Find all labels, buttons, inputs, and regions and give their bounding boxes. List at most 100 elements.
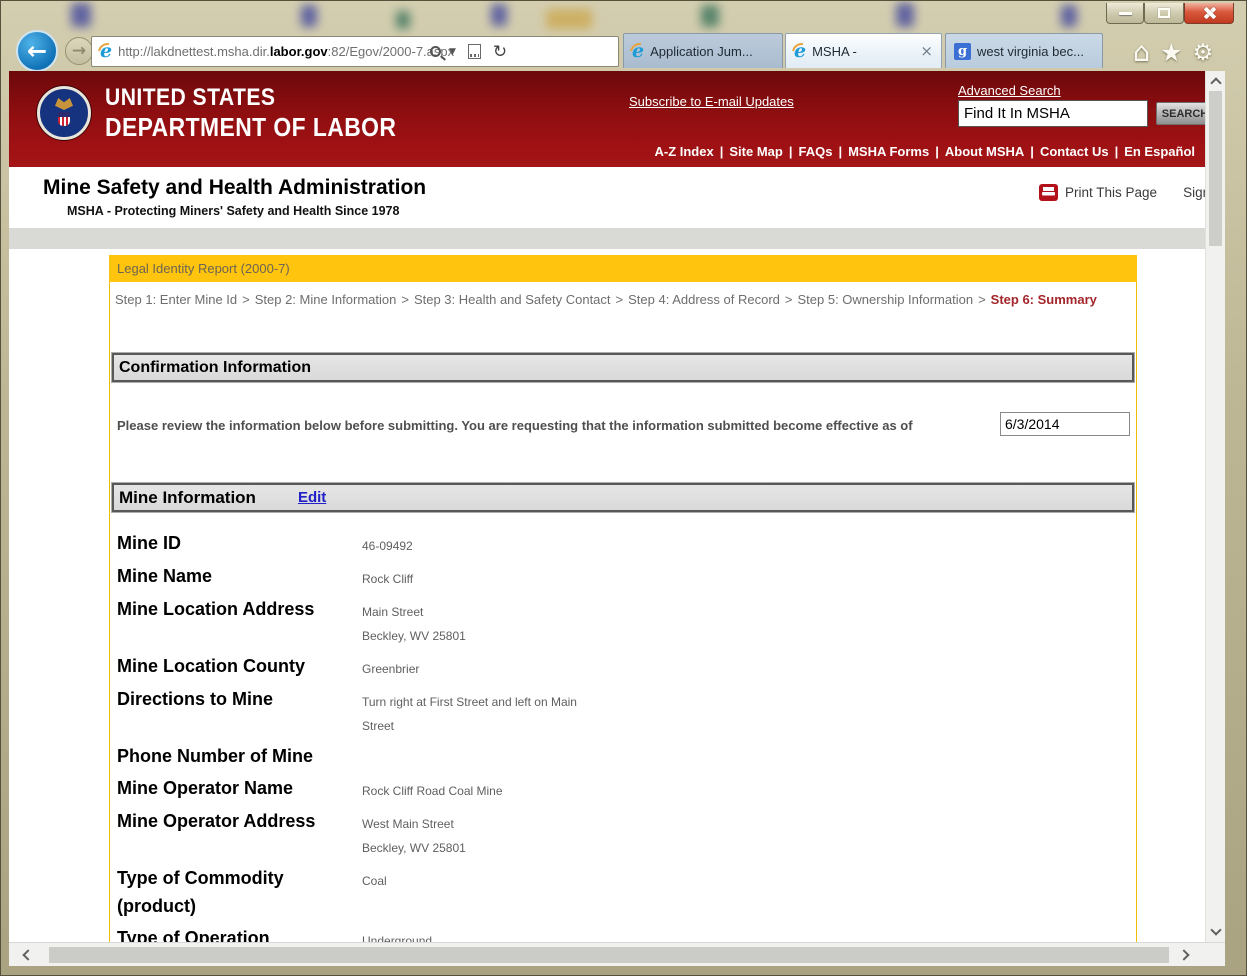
- scroll-down-arrow[interactable]: [1206, 920, 1225, 940]
- back-icon: ←: [27, 37, 47, 65]
- step-item: Step 3: Health and Safety Contact: [414, 292, 611, 307]
- field-value-line: Street: [362, 714, 1136, 738]
- desktop-icon-blur: [301, 5, 317, 27]
- printer-icon[interactable]: [1039, 184, 1058, 201]
- favorites-star-icon[interactable]: ★: [1160, 38, 1182, 67]
- url-prefix: http://lakdnettest.msha.dir.: [118, 44, 270, 59]
- edit-link[interactable]: Edit: [298, 489, 326, 506]
- header-nav-link[interactable]: MSHA Forms: [848, 144, 929, 159]
- tab-west-virginia[interactable]: g west virginia bec...: [945, 33, 1103, 68]
- maximize-button[interactable]: [1144, 3, 1184, 24]
- agency-line2: DEPARTMENT OF LABOR: [105, 114, 396, 140]
- field-value: Rock Cliff Road Coal Mine: [362, 774, 1136, 803]
- agency-name: UNITED STATES DEPARTMENT OF LABOR: [105, 86, 396, 140]
- field-label: Mine Location County: [117, 652, 362, 681]
- header-nav-link[interactable]: Contact Us: [1040, 144, 1109, 159]
- tab-close-icon[interactable]: ×: [920, 42, 933, 60]
- advanced-search-link[interactable]: Advanced Search: [958, 83, 1061, 98]
- divider-strip: [9, 228, 1225, 249]
- steps-breadcrumb: Step 1: Enter Mine Id>Step 2: Mine Infor…: [110, 282, 1136, 307]
- horizontal-scrollbar[interactable]: [9, 942, 1225, 966]
- desktop-icon-blur: [1061, 5, 1077, 27]
- minimize-button[interactable]: [1106, 3, 1144, 24]
- field-value: Underground: [362, 924, 1136, 942]
- tab-label: west virginia bec...: [977, 44, 1094, 59]
- field-row: Directions to MineTurn right at First St…: [117, 685, 1136, 738]
- separator: |: [720, 144, 724, 159]
- back-button[interactable]: ←: [16, 30, 58, 72]
- browser-chrome: ← → e http://lakdnettest.msha.dir.labor.…: [1, 1, 1247, 71]
- separator: |: [789, 144, 793, 159]
- horizontal-scroll-thumb[interactable]: [49, 947, 1169, 963]
- ie-icon: e: [794, 42, 806, 61]
- google-icon: g: [954, 43, 971, 60]
- header-nav-link[interactable]: About MSHA: [945, 144, 1024, 159]
- browser-window: ← → e http://lakdnettest.msha.dir.labor.…: [0, 0, 1247, 976]
- separator: |: [935, 144, 939, 159]
- minimize-icon: [1119, 12, 1132, 15]
- vertical-scrollbar[interactable]: [1205, 71, 1225, 942]
- msha-search-input[interactable]: [958, 100, 1148, 127]
- msha-title-bar: Mine Safety and Health Administration MS…: [9, 167, 1225, 228]
- field-label: Phone Number of Mine: [117, 742, 362, 770]
- separator: |: [1115, 144, 1119, 159]
- dol-seal-logo: [37, 86, 91, 140]
- vertical-scroll-thumb[interactable]: [1209, 91, 1222, 246]
- gear-icon[interactable]: ⚙: [1193, 40, 1214, 66]
- field-row: Mine Location AddressMain StreetBeckley,…: [117, 595, 1136, 648]
- field-value: Turn right at First Street and left on M…: [362, 685, 1136, 738]
- field-value-line: Greenbrier: [362, 657, 1136, 681]
- field-value: Greenbrier: [362, 652, 1136, 681]
- browser-toolbar-icons: ⌂ ★ ⚙: [1133, 37, 1213, 68]
- tab-label: MSHA -: [812, 44, 916, 59]
- close-icon: [1202, 7, 1216, 19]
- field-label: Mine Name: [117, 562, 362, 591]
- home-icon[interactable]: ⌂: [1133, 37, 1150, 68]
- agency-line1: UNITED STATES: [105, 86, 396, 110]
- address-bar-icons: ▼ ↻: [430, 37, 507, 66]
- page-title: Mine Safety and Health Administration: [43, 176, 426, 200]
- print-page-link[interactable]: Print This Page: [1065, 185, 1157, 200]
- desktop-icon-blur: [546, 9, 592, 29]
- scroll-left-arrow[interactable]: [11, 943, 45, 967]
- field-label: Type of Operation: [117, 924, 362, 942]
- subscribe-email-link[interactable]: Subscribe to E-mail Updates: [629, 94, 794, 109]
- chevron-down-icon[interactable]: ▼: [449, 47, 456, 57]
- desktop-icon-blur: [701, 5, 719, 27]
- field-value-line: Beckley, WV 25801: [362, 836, 1136, 860]
- header-nav-link[interactable]: A-Z Index: [654, 144, 713, 159]
- field-value: 46-09492: [362, 529, 1136, 558]
- header-nav-link[interactable]: FAQs: [798, 144, 832, 159]
- header-nav-link[interactable]: En Español: [1124, 144, 1195, 159]
- field-label: Mine Location Address: [117, 595, 362, 648]
- header-nav-link[interactable]: Site Map: [729, 144, 782, 159]
- close-button[interactable]: [1184, 3, 1234, 24]
- eagle-icon: [55, 98, 73, 110]
- field-row: Mine Operator NameRock Cliff Road Coal M…: [117, 774, 1136, 803]
- search-icon[interactable]: [430, 46, 441, 57]
- chevron-up-icon: [1210, 77, 1221, 88]
- effective-date-input[interactable]: [1000, 412, 1130, 436]
- url-text[interactable]: http://lakdnettest.msha.dir.labor.gov:82…: [118, 44, 454, 59]
- header-nav-links: A-Z Index | Site Map | FAQs | MSHA Forms | About…: [654, 144, 1195, 159]
- chevron-down-icon: [1210, 924, 1221, 935]
- section-title: Mine Information: [119, 488, 256, 508]
- address-bar[interactable]: e http://lakdnettest.msha.dir.labor.gov:…: [91, 36, 619, 67]
- chevron-left-icon: [22, 949, 33, 960]
- scroll-up-arrow[interactable]: [1206, 73, 1225, 93]
- separator: >: [401, 292, 409, 307]
- refresh-icon[interactable]: ↻: [493, 42, 507, 62]
- field-value-line: West Main Street: [362, 812, 1136, 836]
- field-value: [362, 742, 1136, 770]
- compatibility-view-icon[interactable]: [468, 44, 481, 59]
- maximize-icon: [1158, 8, 1170, 18]
- field-value-line: 46-09492: [362, 534, 1136, 558]
- scroll-right-arrow[interactable]: [1167, 943, 1201, 967]
- field-row: Mine NameRock Cliff: [117, 562, 1136, 591]
- field-value-line: Beckley, WV 25801: [362, 624, 1136, 648]
- field-value-line: Coal: [362, 869, 1136, 893]
- forward-button[interactable]: →: [65, 37, 93, 65]
- tab-application-jump[interactable]: e Application Jum...: [623, 33, 783, 68]
- tab-msha-active[interactable]: e MSHA - ×: [785, 33, 942, 68]
- desktop-icon-blur: [71, 3, 91, 27]
